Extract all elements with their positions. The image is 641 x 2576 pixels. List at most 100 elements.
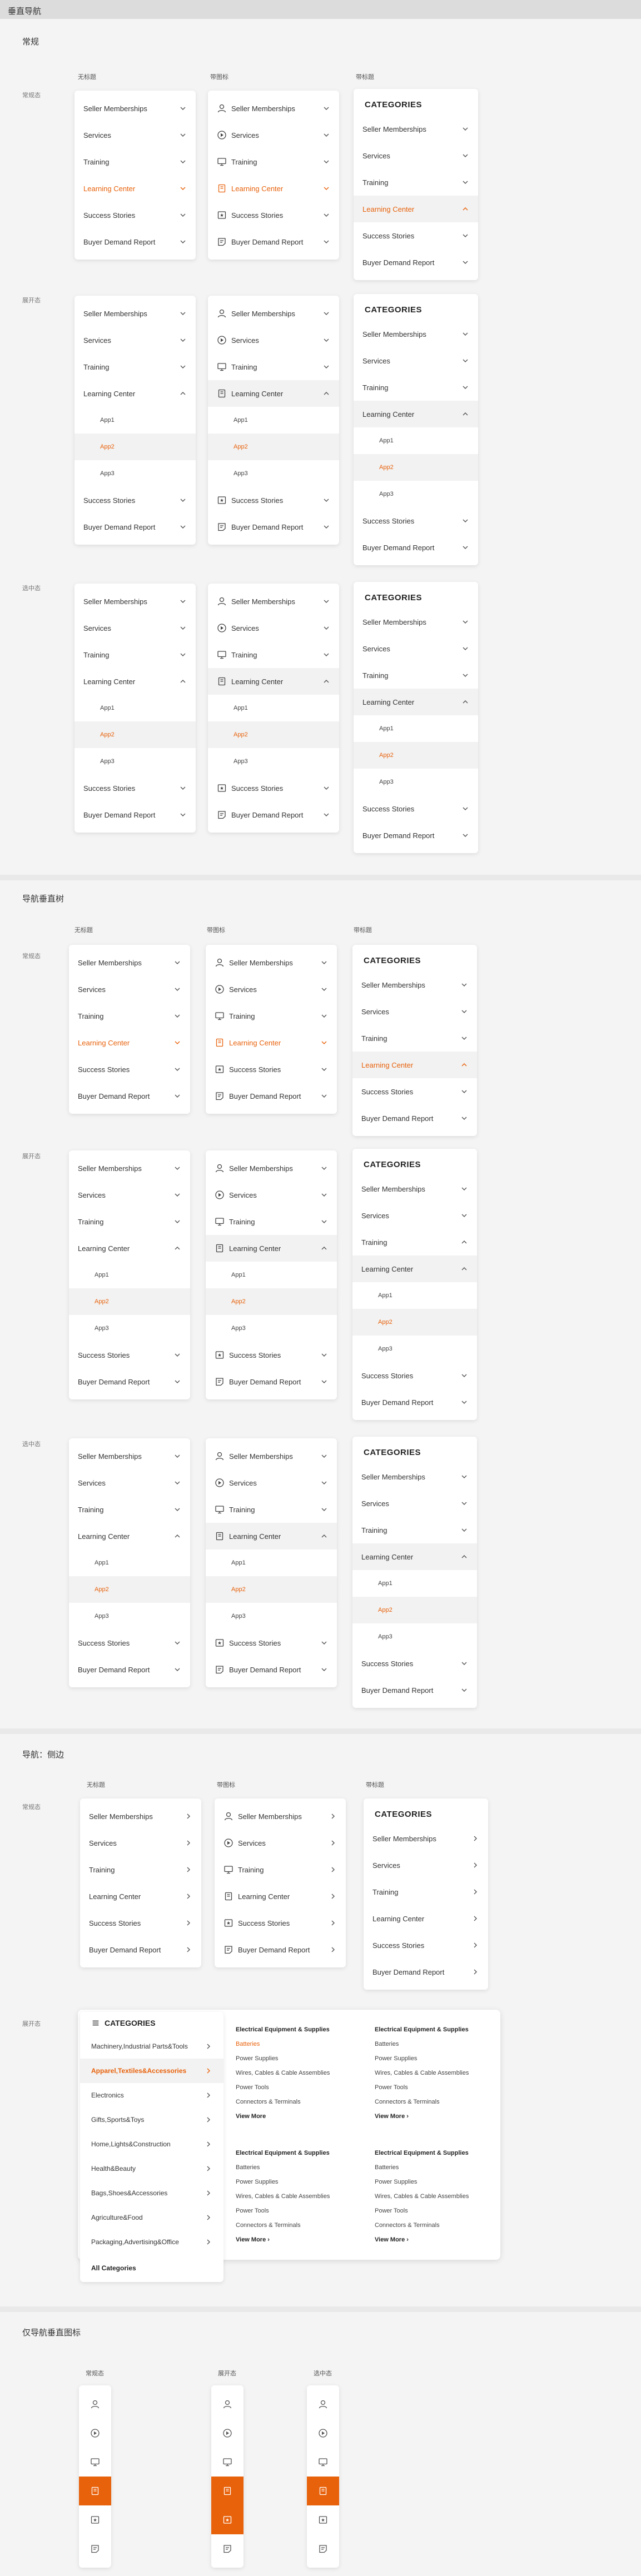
nav-item-seller[interactable]: Seller Memberships (74, 95, 196, 122)
nav-item-buyer[interactable]: Buyer Demand Report (352, 1105, 477, 1132)
sub-item-app1[interactable]: App1 (352, 1282, 477, 1309)
sub-item-app1[interactable]: App1 (69, 1262, 190, 1288)
sub-item-app2[interactable]: App2 (354, 454, 478, 481)
mega-link[interactable]: Power Supplies (236, 2055, 364, 2070)
sub-item-app1[interactable]: App1 (208, 695, 339, 721)
nav-item-buyer[interactable]: Buyer Demand Report (352, 1389, 477, 1416)
nav-item-learning[interactable]: Learning Center (208, 380, 339, 407)
category-item[interactable]: Agriculture&Food (80, 2205, 223, 2230)
nav-item-services[interactable]: Services (206, 976, 337, 1003)
nav-item-learning[interactable]: Learning Center (206, 1523, 337, 1549)
sub-item-app3[interactable]: App3 (206, 1603, 337, 1630)
nav-item-learning[interactable]: Learning Center (69, 1523, 190, 1549)
sub-item-app2[interactable]: App2 (208, 434, 339, 460)
nav-item-learning[interactable]: Learning Center (80, 1883, 201, 1910)
nav-item-services[interactable]: Services (354, 635, 478, 662)
nav-item-learning[interactable]: Learning Center (208, 668, 339, 695)
mega-link[interactable]: Batteries (375, 2164, 503, 2179)
nav-item-training[interactable]: Training (208, 148, 339, 175)
nav-item-training[interactable]: Training (206, 1496, 337, 1523)
nav-item-seller[interactable]: Seller Memberships (208, 300, 339, 327)
nav-item-success[interactable]: Success Stories (80, 1910, 201, 1936)
nav-item-learning[interactable]: Learning Center (69, 1029, 190, 1056)
nav-item-services[interactable]: Services (74, 122, 196, 148)
icon-item[interactable] (211, 2419, 244, 2448)
nav-item-training[interactable]: Training (74, 353, 196, 380)
nav-item-learning[interactable]: Learning Center (354, 401, 478, 427)
sub-item-app2[interactable]: App2 (206, 1576, 337, 1603)
mega-link[interactable]: Power Tools (375, 2084, 503, 2099)
nav-item-success[interactable]: Success Stories (352, 1650, 477, 1677)
nav-item-seller[interactable]: Seller Memberships (215, 1803, 346, 1830)
nav-item-services[interactable]: Services (354, 142, 478, 169)
nav-item-training[interactable]: Training (208, 641, 339, 668)
nav-item-success[interactable]: Success Stories (69, 1342, 190, 1368)
nav-item-services[interactable]: Services (69, 976, 190, 1003)
icon-item[interactable] (307, 2534, 339, 2563)
nav-item-services[interactable]: Services (364, 1852, 488, 1879)
nav-item-services[interactable]: Services (208, 327, 339, 353)
nav-item-buyer[interactable]: Buyer Demand Report (74, 228, 196, 255)
sub-item-app3[interactable]: App3 (69, 1315, 190, 1342)
view-more-link[interactable]: View More › (375, 2113, 503, 2127)
nav-item-training[interactable]: Training (69, 1208, 190, 1235)
nav-item-seller[interactable]: Seller Memberships (352, 1175, 477, 1202)
nav-item-services[interactable]: Services (206, 1182, 337, 1208)
nav-item-success[interactable]: Success Stories (364, 1932, 488, 1959)
nav-item-learning[interactable]: Learning Center (354, 196, 478, 222)
sub-item-app1[interactable]: App1 (206, 1262, 337, 1288)
sub-item-app1[interactable]: App1 (74, 407, 196, 434)
sub-item-app2[interactable]: App2 (352, 1309, 477, 1336)
mega-link[interactable]: Power Tools (236, 2208, 364, 2222)
nav-item-training[interactable]: Training (354, 169, 478, 196)
sub-item-app3[interactable]: App3 (354, 769, 478, 795)
nav-item-seller[interactable]: Seller Memberships (69, 1155, 190, 1182)
nav-item-services[interactable]: Services (208, 615, 339, 641)
nav-item-services[interactable]: Services (69, 1469, 190, 1496)
category-item[interactable]: Packaging,Advertising&Office (80, 2230, 223, 2254)
nav-item-training[interactable]: Training (206, 1208, 337, 1235)
category-item[interactable]: Electronics (80, 2083, 223, 2107)
nav-item-seller[interactable]: Seller Memberships (208, 95, 339, 122)
mega-link[interactable]: Batteries (236, 2164, 364, 2179)
nav-item-seller[interactable]: Seller Memberships (69, 949, 190, 976)
mega-link[interactable]: Wires, Cables & Cable Assemblies (236, 2193, 364, 2208)
icon-item[interactable] (211, 2390, 244, 2419)
nav-item-services[interactable]: Services (74, 327, 196, 353)
nav-item-learning[interactable]: Learning Center (74, 175, 196, 202)
sub-item-app2[interactable]: App2 (69, 1288, 190, 1315)
mega-link[interactable]: Connectors & Terminals (236, 2099, 364, 2113)
mega-link[interactable]: Connectors & Terminals (375, 2099, 503, 2113)
nav-item-buyer[interactable]: Buyer Demand Report (215, 1936, 346, 1963)
nav-item-training[interactable]: Training (206, 1003, 337, 1029)
sub-item-app2[interactable]: App2 (206, 1288, 337, 1315)
nav-item-success[interactable]: Success Stories (206, 1630, 337, 1656)
nav-item-learning[interactable]: Learning Center (364, 1905, 488, 1932)
mega-link[interactable]: Batteries (375, 2041, 503, 2055)
sub-item-app3[interactable]: App3 (74, 748, 196, 775)
category-item[interactable]: Gifts,Sports&Toys (80, 2107, 223, 2132)
nav-item-services[interactable]: Services (352, 998, 477, 1025)
nav-item-seller[interactable]: Seller Memberships (74, 588, 196, 615)
sub-item-app3[interactable]: App3 (206, 1315, 337, 1342)
nav-item-seller[interactable]: Seller Memberships (354, 609, 478, 635)
nav-item-buyer[interactable]: Buyer Demand Report (74, 514, 196, 540)
icon-item[interactable] (307, 2419, 339, 2448)
nav-item-success[interactable]: Success Stories (206, 1342, 337, 1368)
nav-item-success[interactable]: Success Stories (208, 775, 339, 801)
nav-item-services[interactable]: Services (69, 1182, 190, 1208)
icon-item-active[interactable] (211, 2505, 244, 2534)
mega-link[interactable]: Power Tools (236, 2084, 364, 2099)
nav-item-buyer[interactable]: Buyer Demand Report (69, 1656, 190, 1683)
nav-item-services[interactable]: Services (74, 615, 196, 641)
nav-item-seller[interactable]: Seller Memberships (69, 1443, 190, 1469)
nav-item-services[interactable]: Services (208, 122, 339, 148)
nav-item-services[interactable]: Services (352, 1202, 477, 1229)
nav-item-success[interactable]: Success Stories (69, 1056, 190, 1083)
category-item[interactable]: Home,Lights&Construction (80, 2132, 223, 2156)
nav-item-training[interactable]: Training (352, 1229, 477, 1255)
nav-item-services[interactable]: Services (80, 1830, 201, 1856)
nav-item-seller[interactable]: Seller Memberships (352, 971, 477, 998)
nav-item-buyer[interactable]: Buyer Demand Report (208, 514, 339, 540)
nav-item-success[interactable]: Success Stories (354, 795, 478, 822)
